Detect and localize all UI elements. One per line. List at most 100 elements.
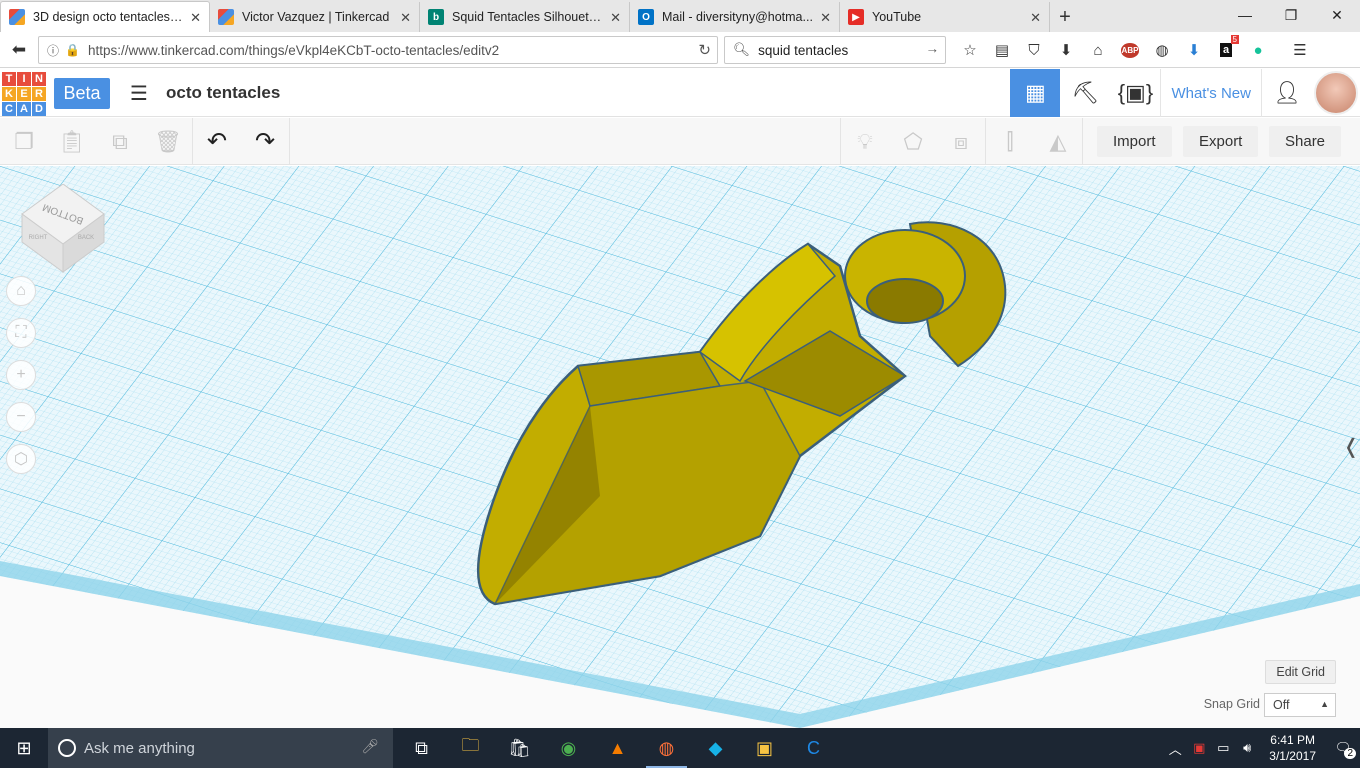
- windows-start-icon[interactable]: ⊞: [0, 728, 48, 768]
- vlc-icon[interactable]: ▲: [593, 728, 642, 768]
- adblock-icon[interactable]: ABP: [1115, 35, 1145, 65]
- firefox-icon[interactable]: ◍: [642, 728, 691, 768]
- microphone-icon[interactable]: 🎤︎: [361, 738, 379, 755]
- volume-icon[interactable]: 🔊︎: [1235, 740, 1259, 756]
- workplane-canvas[interactable]: BOTTOM RIGHT BACK ⌂ ⛶ + − ⬡ ❬ Edit Grid …: [0, 166, 1360, 728]
- globe-icon[interactable]: ◍: [1147, 35, 1177, 65]
- home-view-icon[interactable]: ⌂: [6, 276, 36, 306]
- project-list-icon[interactable]: ☰: [130, 81, 152, 105]
- cortex-app-icon[interactable]: C: [789, 728, 838, 768]
- header-right: ▦ ⛏ {▣} What's New 👤︎: [1010, 69, 1360, 117]
- fit-view-icon[interactable]: ⛶: [6, 318, 36, 348]
- grammarly-icon[interactable]: ●: [1243, 35, 1273, 65]
- tab-title: Squid Tentacles Silhouette...: [452, 10, 603, 24]
- browser-tab[interactable]: 3D design octo tentacles | ... ✕: [0, 1, 210, 32]
- minimize-icon[interactable]: —: [1222, 0, 1268, 30]
- search-go-icon[interactable]: →: [926, 41, 940, 56]
- whats-new-link[interactable]: What's New: [1160, 69, 1262, 117]
- browser-nav-bar: ⬅ ⓘ 🔒 https://www.tinkercad.com/things/e…: [0, 32, 1360, 68]
- network-icon[interactable]: ▭: [1211, 740, 1235, 756]
- zoom-in-icon[interactable]: +: [6, 360, 36, 390]
- share-button[interactable]: Share: [1269, 126, 1342, 157]
- align-icon[interactable]: ⫿: [986, 118, 1034, 165]
- menu-icon[interactable]: ☰: [1285, 35, 1315, 65]
- perspective-icon[interactable]: ⬡: [6, 444, 36, 474]
- edit-tools: ❐ 📋︎ ⧉ 🗑︎ ↶ ↷: [0, 118, 290, 165]
- import-button[interactable]: Import: [1097, 126, 1172, 157]
- reload-icon[interactable]: ↻: [698, 41, 711, 59]
- blocks-pickaxe-icon[interactable]: ⛏: [1060, 69, 1110, 117]
- collapse-panel-icon[interactable]: ❬: [1342, 428, 1360, 464]
- downloads-icon[interactable]: ⬇: [1051, 35, 1081, 65]
- edit-grid-button[interactable]: Edit Grid: [1265, 660, 1336, 684]
- copy-icon[interactable]: ❐: [0, 118, 48, 165]
- back-button[interactable]: ⬅: [4, 35, 34, 65]
- avatar[interactable]: [1314, 71, 1358, 115]
- group-icon[interactable]: ⬠: [889, 118, 937, 165]
- download-arrow-icon[interactable]: ⬇: [1179, 35, 1209, 65]
- restore-icon[interactable]: ❐: [1268, 0, 1314, 30]
- redo-icon[interactable]: ↷: [241, 118, 289, 165]
- duplicate-icon[interactable]: ⧉: [96, 118, 144, 165]
- cortana-placeholder: Ask me anything: [84, 739, 195, 757]
- browser-tab[interactable]: b Squid Tentacles Silhouette... ✕: [420, 2, 630, 32]
- logo-letter: T: [2, 72, 16, 86]
- add-user-icon[interactable]: 👤︎: [1262, 69, 1312, 117]
- lightbulb-icon[interactable]: 💡︎: [841, 118, 889, 165]
- viewcube-right-label: BACK: [78, 235, 94, 241]
- info-icon[interactable]: ⓘ: [47, 42, 59, 59]
- close-window-icon[interactable]: ✕: [1314, 0, 1360, 30]
- export-button[interactable]: Export: [1183, 126, 1259, 157]
- cortana-search[interactable]: Ask me anything 🎤︎: [48, 728, 393, 768]
- url-text: https://www.tinkercad.com/things/eVkpl4e…: [87, 42, 500, 58]
- search-input[interactable]: 🔍︎ squid tentacles →: [724, 36, 946, 64]
- home-icon[interactable]: ⌂: [1083, 35, 1113, 65]
- file-explorer-icon[interactable]: 🗀: [446, 728, 495, 768]
- tray-chevron-icon[interactable]: ︿: [1163, 739, 1187, 758]
- amazon-icon[interactable]: a5: [1211, 35, 1241, 65]
- clock-date: 3/1/2017: [1269, 749, 1316, 763]
- notifications-icon[interactable]: 🗨︎ 2: [1326, 740, 1360, 759]
- paste-icon[interactable]: 📋︎: [48, 118, 96, 165]
- browser-tab[interactable]: ▶ YouTube ✕: [840, 2, 1050, 32]
- close-tab-icon[interactable]: ✕: [1030, 10, 1041, 26]
- project-title[interactable]: octo tentacles: [166, 83, 280, 103]
- workplane-grid[interactable]: [0, 166, 1360, 728]
- viewcube-left-label: RIGHT: [29, 235, 48, 241]
- tinkercad-header: T I N K E R C A D Beta ☰ octo tentacles …: [0, 69, 1360, 117]
- mirror-icon[interactable]: ◭: [1034, 118, 1082, 165]
- logo-letter: C: [2, 102, 16, 116]
- snap-grid-label: Snap Grid: [1203, 697, 1260, 711]
- reading-list-icon[interactable]: ▤: [987, 35, 1017, 65]
- pocket-icon[interactable]: ⛉: [1019, 35, 1049, 65]
- chrome-icon[interactable]: ◉: [544, 728, 593, 768]
- snap-grid-select[interactable]: Off ▲: [1264, 693, 1336, 717]
- new-tab-button[interactable]: +: [1050, 2, 1080, 32]
- store-icon[interactable]: 🛍︎: [495, 728, 544, 768]
- codeblocks-icon[interactable]: {▣}: [1110, 69, 1160, 117]
- tab-title: 3D design octo tentacles | ...: [33, 10, 183, 24]
- task-view-icon[interactable]: ⧉: [397, 728, 446, 768]
- browser-tab[interactable]: O Mail - diversityny@hotma... ✕: [630, 2, 840, 32]
- kodi-icon[interactable]: ◆: [691, 728, 740, 768]
- clock[interactable]: 6:41 PM 3/1/2017: [1269, 732, 1316, 764]
- close-tab-icon[interactable]: ✕: [820, 10, 831, 26]
- delete-icon[interactable]: 🗑︎: [144, 118, 192, 165]
- system-tray: ︿ ▣ ▭ 🔊︎ 6:41 PM 3/1/2017 🗨︎ 2: [1163, 728, 1360, 768]
- bookmark-star-icon[interactable]: ☆: [955, 35, 985, 65]
- zoom-out-icon[interactable]: −: [6, 402, 36, 432]
- 3d-view-grid-icon[interactable]: ▦: [1010, 69, 1061, 117]
- close-tab-icon[interactable]: ✕: [400, 10, 411, 26]
- view-cube-graphic[interactable]: BOTTOM RIGHT BACK: [18, 184, 108, 274]
- acrobat-tray-icon[interactable]: ▣: [1187, 740, 1211, 756]
- tinkercad-logo[interactable]: T I N K E R C A D: [2, 72, 46, 116]
- outlook-icon: O: [638, 9, 654, 25]
- close-tab-icon[interactable]: ✕: [610, 10, 621, 26]
- beta-badge[interactable]: Beta: [54, 78, 110, 109]
- close-tab-icon[interactable]: ✕: [190, 10, 201, 26]
- undo-icon[interactable]: ↶: [193, 118, 241, 165]
- browser-tab[interactable]: Victor Vazquez | Tinkercad ✕: [210, 2, 420, 32]
- address-bar[interactable]: ⓘ 🔒 https://www.tinkercad.com/things/eVk…: [38, 36, 718, 64]
- video-app-icon[interactable]: ▣: [740, 728, 789, 768]
- ungroup-icon[interactable]: ⧈: [937, 118, 985, 165]
